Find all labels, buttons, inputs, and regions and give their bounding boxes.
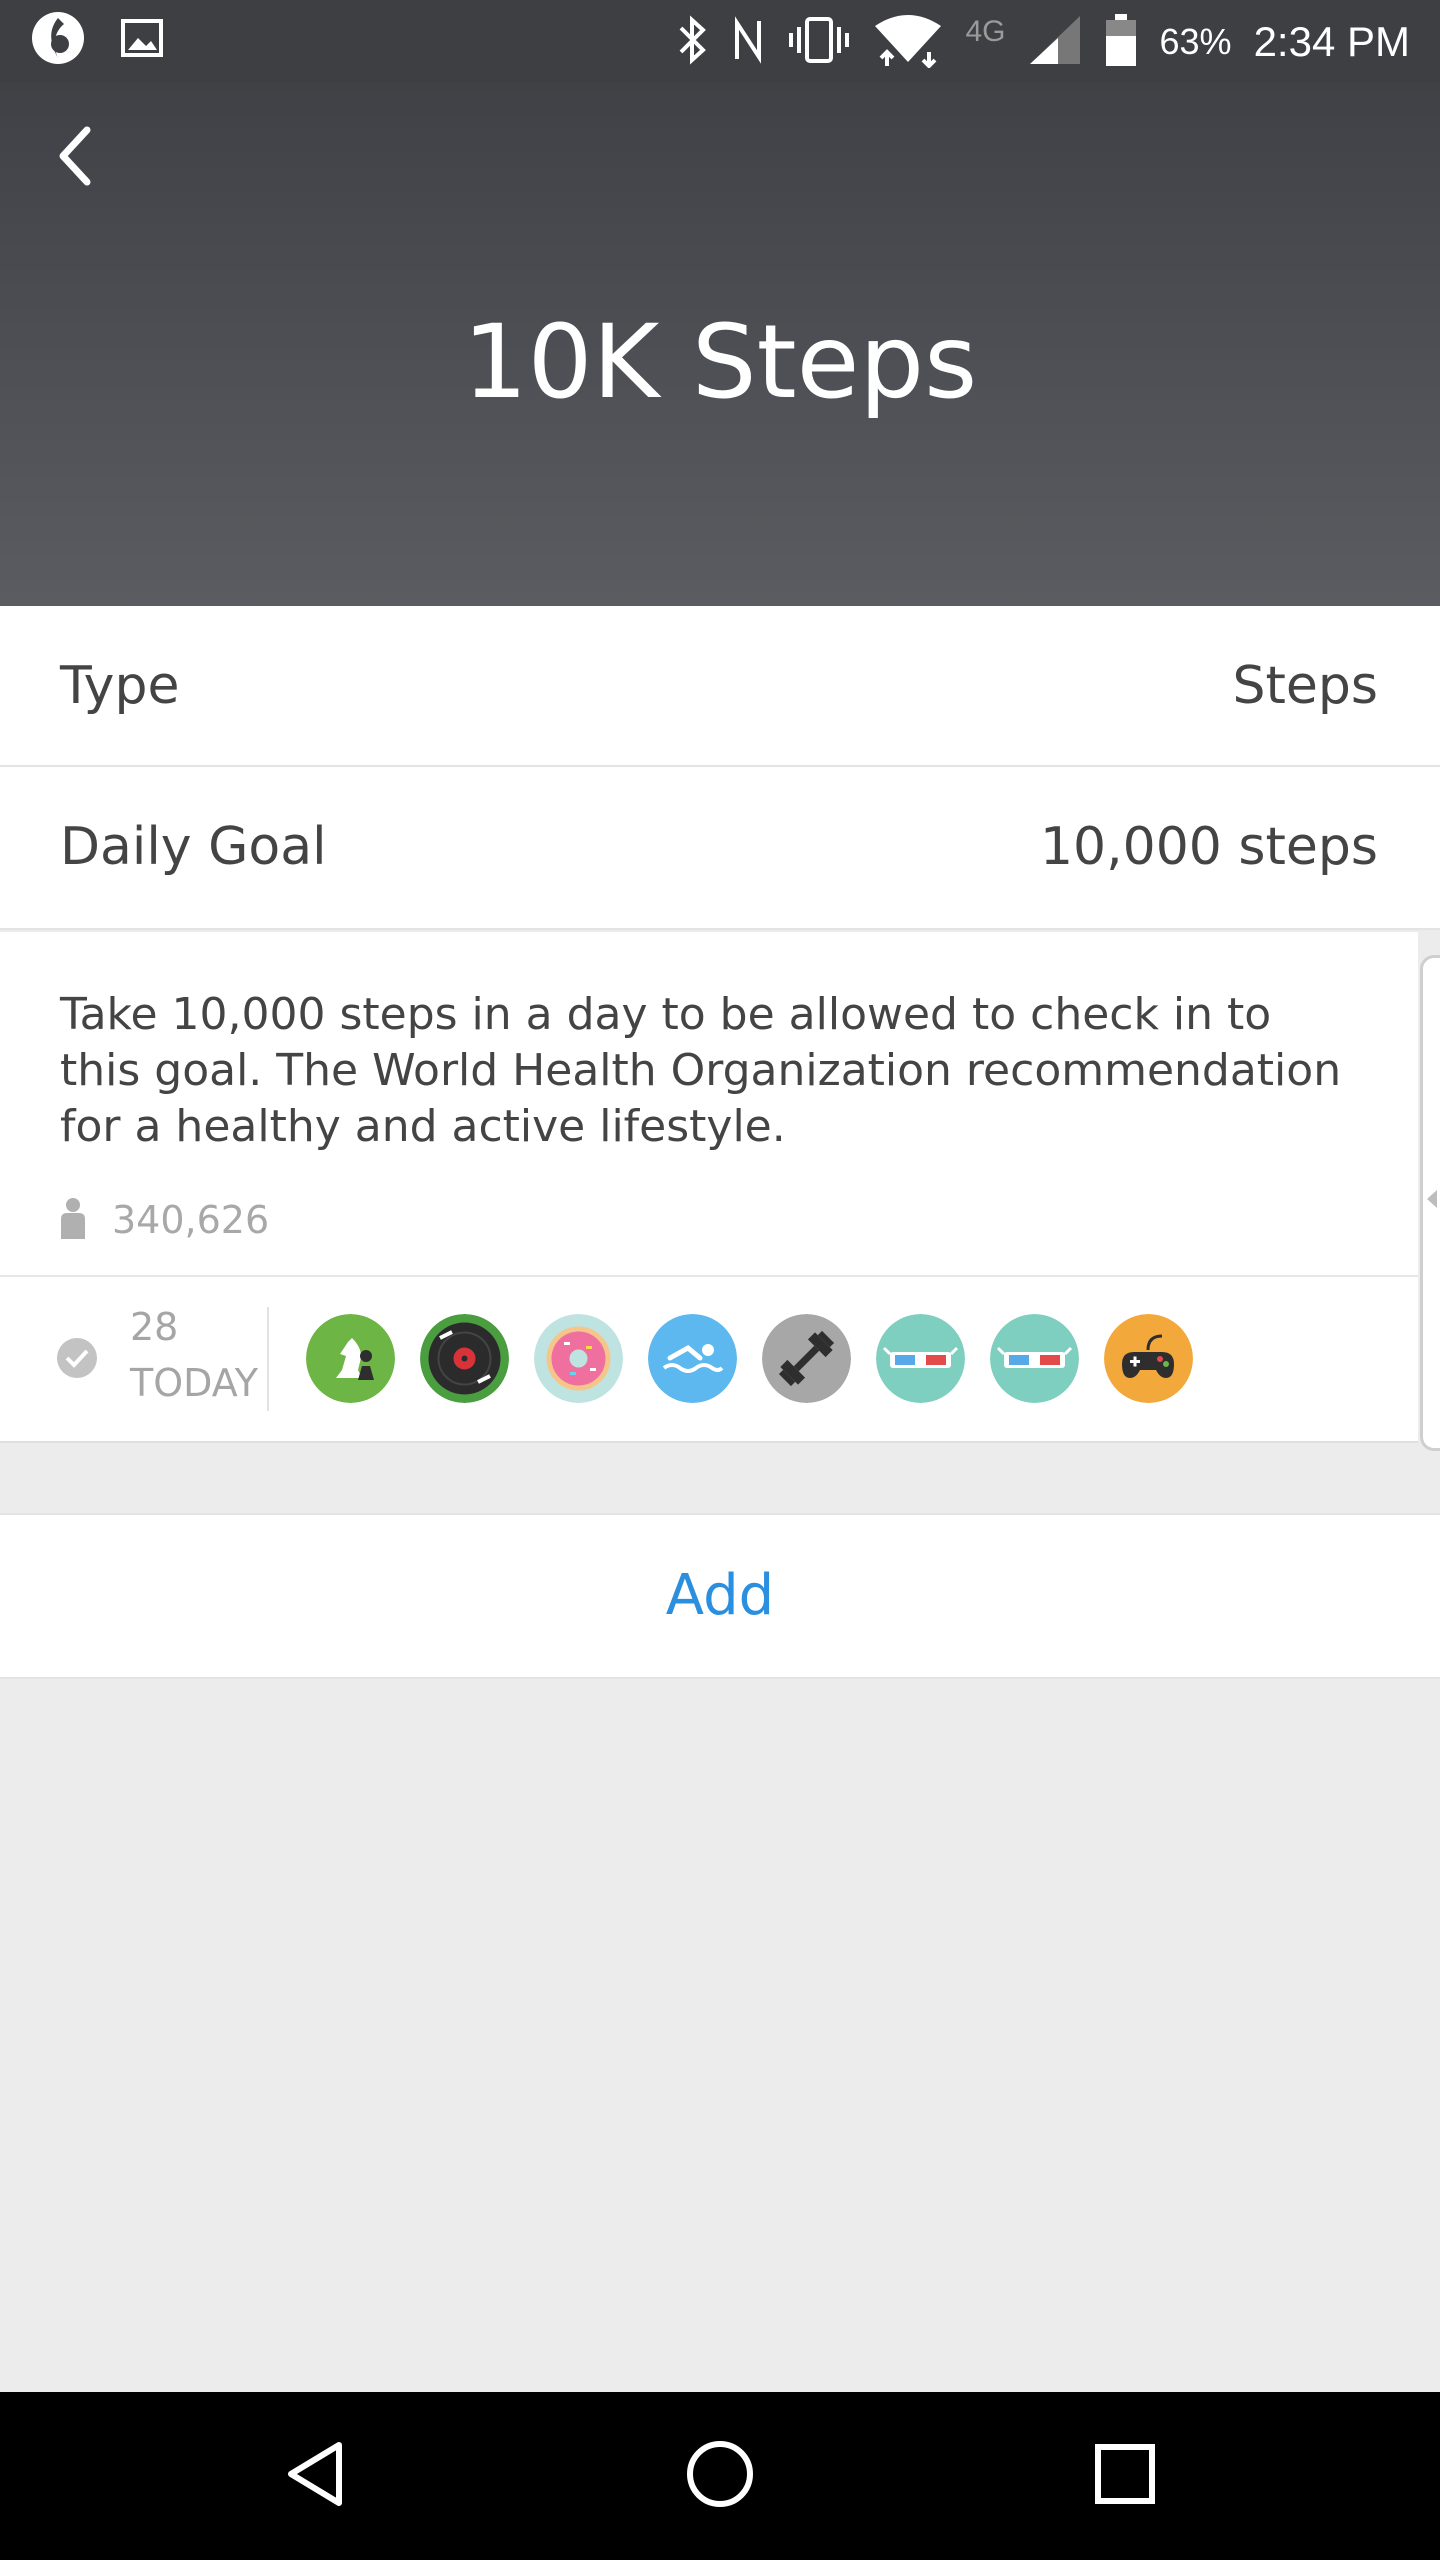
dumbbell-icon bbox=[762, 1314, 851, 1403]
daily-goal-value: 10,000 steps bbox=[1039, 817, 1378, 877]
vertical-divider bbox=[267, 1307, 269, 1411]
goal-header: 10K Steps bbox=[0, 83, 1440, 606]
chevron-left-icon bbox=[53, 124, 97, 192]
avatar[interactable] bbox=[876, 1314, 965, 1403]
avatar[interactable] bbox=[990, 1314, 1079, 1403]
nav-back-button[interactable] bbox=[265, 2426, 365, 2526]
swimmer-icon bbox=[648, 1314, 737, 1403]
nav-recents-button[interactable] bbox=[1075, 2426, 1175, 2526]
add-row: Add bbox=[0, 1513, 1440, 1679]
network-type: 4G bbox=[965, 14, 1006, 48]
back-triangle-icon bbox=[283, 2439, 347, 2513]
wifi-icon bbox=[873, 12, 943, 72]
nfc-icon bbox=[731, 15, 765, 69]
chess-icon bbox=[306, 1314, 395, 1403]
checkmark-icon bbox=[56, 1337, 98, 1383]
nav-home-button[interactable] bbox=[670, 2426, 770, 2526]
avatar[interactable] bbox=[420, 1314, 509, 1403]
handle-arrow-icon bbox=[1427, 1190, 1437, 1208]
daily-goal-label: Daily Goal bbox=[60, 817, 327, 877]
avatar[interactable] bbox=[534, 1314, 623, 1403]
signal-icon bbox=[1028, 14, 1082, 70]
bluetooth-icon bbox=[675, 14, 709, 70]
vinyl-record-icon bbox=[420, 1314, 509, 1403]
recents-square-icon bbox=[1093, 2442, 1157, 2510]
gamepad-icon bbox=[1104, 1314, 1193, 1403]
back-button[interactable] bbox=[30, 113, 120, 203]
clock: 2:34 PM bbox=[1253, 17, 1410, 65]
avatar[interactable] bbox=[762, 1314, 851, 1403]
battery-icon bbox=[1104, 12, 1138, 72]
status-bar: 4G 63% 2:34 PM bbox=[0, 0, 1440, 83]
home-circle-icon bbox=[685, 2439, 755, 2513]
battery-percent: 63% bbox=[1159, 20, 1232, 62]
checkins-row[interactable]: 28 TODAY bbox=[0, 1277, 1418, 1441]
goal-description: Take 10,000 steps in a day to be allowed… bbox=[60, 989, 1342, 1152]
avatar[interactable] bbox=[648, 1314, 737, 1403]
type-row: Type Steps bbox=[0, 606, 1440, 767]
side-drawer-handle[interactable] bbox=[1420, 955, 1440, 1451]
card-bottom-border bbox=[0, 1441, 1418, 1443]
3d-glasses-icon bbox=[990, 1314, 1079, 1403]
member-count: 340,626 bbox=[60, 1192, 269, 1248]
checkin-avatars bbox=[306, 1314, 1193, 1403]
3d-glasses-icon bbox=[876, 1314, 965, 1403]
avatar[interactable] bbox=[1104, 1314, 1193, 1403]
checkin-count: 28 bbox=[130, 1305, 179, 1349]
avatar[interactable] bbox=[306, 1314, 395, 1403]
page-title: 10K Steps bbox=[462, 303, 978, 422]
checkin-period-label: TODAY bbox=[130, 1361, 258, 1405]
image-notification-icon bbox=[120, 16, 164, 64]
type-value: Steps bbox=[1232, 656, 1379, 716]
donut-icon bbox=[534, 1314, 623, 1403]
add-button[interactable]: Add bbox=[0, 1515, 1440, 1677]
app-notification-icon bbox=[30, 10, 86, 70]
person-icon bbox=[60, 1197, 86, 1243]
goal-description-card: Take 10,000 steps in a day to be allowed… bbox=[0, 932, 1418, 1441]
vibrate-icon bbox=[787, 15, 851, 69]
daily-goal-row: Daily Goal 10,000 steps bbox=[0, 767, 1440, 930]
member-count-value: 340,626 bbox=[112, 1198, 270, 1242]
navigation-bar bbox=[0, 2392, 1440, 2560]
type-label: Type bbox=[60, 656, 180, 716]
